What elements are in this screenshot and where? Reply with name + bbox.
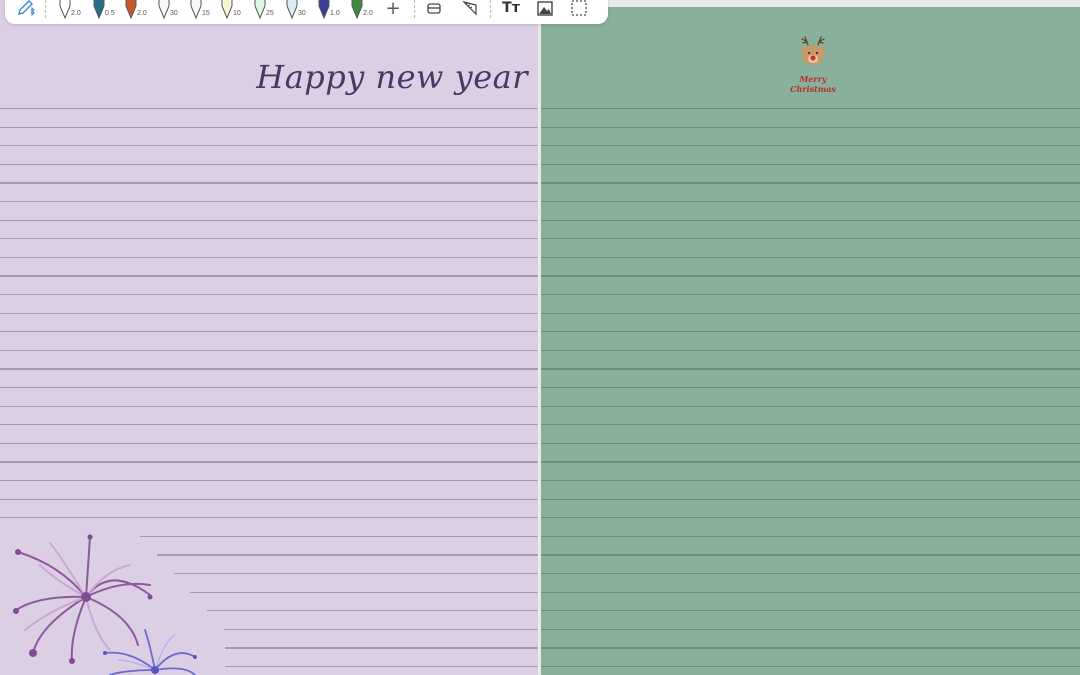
ruled-line	[0, 145, 538, 147]
ruled-line	[541, 219, 1080, 221]
ruled-line	[541, 312, 1080, 314]
ruled-line	[541, 163, 1080, 165]
ruled-line	[541, 275, 1080, 277]
ruled-line	[0, 275, 538, 277]
ruled-line	[0, 517, 538, 519]
ruled-line	[0, 480, 538, 482]
ruled-line	[0, 294, 538, 296]
pen-size-label: 2.0	[363, 10, 373, 17]
lasso-select-icon[interactable]	[568, 0, 590, 20]
ruled-line	[190, 591, 538, 593]
ruled-line	[541, 201, 1080, 203]
pen-size-label: 30	[170, 10, 178, 17]
ruled-line	[541, 480, 1080, 482]
ruled-line	[207, 610, 538, 612]
ruled-line	[0, 387, 538, 389]
ruled-line	[541, 368, 1080, 370]
ruled-line	[541, 424, 1080, 426]
ruled-line	[541, 145, 1080, 147]
pen-size-label: 0.5	[105, 10, 115, 17]
pen-2-button[interactable]: 0.5	[91, 0, 115, 20]
ruled-line	[0, 424, 538, 426]
toolbar-separator	[490, 0, 491, 18]
ruled-line	[0, 219, 538, 221]
sticker-text-christmas: Christmas	[790, 84, 836, 94]
ruled-line	[541, 387, 1080, 389]
pen-size-label: 25	[266, 10, 274, 17]
ruled-line	[541, 442, 1080, 444]
ruler-icon[interactable]	[459, 0, 481, 20]
pen-bluetooth-icon[interactable]	[15, 0, 37, 20]
pen-6-button[interactable]: 10	[219, 0, 241, 20]
ruled-line	[541, 108, 1080, 110]
ruled-line	[0, 349, 538, 351]
ruled-line	[0, 498, 538, 500]
ruled-line	[541, 294, 1080, 296]
ruled-line	[541, 535, 1080, 537]
ruled-line	[541, 610, 1080, 612]
add-pen-button[interactable]: +	[382, 0, 404, 20]
pen-size-label: 10	[233, 10, 241, 17]
ruled-line	[225, 666, 538, 668]
ruled-line	[0, 331, 538, 333]
pen-9-button[interactable]: 1.0	[316, 0, 340, 20]
ruled-line	[0, 405, 538, 407]
pen-4-button[interactable]: 30	[156, 0, 178, 20]
ruled-line	[541, 461, 1080, 463]
ruled-line	[0, 368, 538, 370]
text-tool-button[interactable]: Tт	[500, 0, 522, 20]
toolbar-separator	[414, 0, 415, 18]
pen-size-label: 2.0	[71, 10, 81, 17]
ruled-line	[0, 182, 538, 184]
ruled-line	[541, 256, 1080, 258]
reindeer-icon	[801, 36, 825, 65]
ruled-line	[541, 405, 1080, 407]
ruled-line	[541, 517, 1080, 519]
ruled-line	[541, 238, 1080, 240]
ruled-line	[0, 442, 538, 444]
ruled-line	[541, 349, 1080, 351]
ruled-line	[541, 647, 1080, 649]
ruled-line	[0, 256, 538, 258]
ruled-line	[0, 108, 538, 110]
pen-size-label: 15	[202, 10, 210, 17]
image-insert-icon[interactable]	[534, 0, 556, 20]
left-notebook-page[interactable]: Happy new year	[0, 0, 538, 675]
pen-7-button[interactable]: 25	[252, 0, 274, 20]
ruled-line	[541, 573, 1080, 575]
ruled-line	[541, 331, 1080, 333]
pen-1-button[interactable]: 2.0	[57, 0, 81, 20]
drawing-toolbar: 2.0 0.5 2.0 30 15 10 25 30 1.0 2.0 + Tт	[5, 0, 608, 24]
ruled-line	[225, 647, 538, 649]
eraser-icon[interactable]	[423, 0, 445, 20]
sticker-text-merry: Merry	[799, 74, 827, 84]
ruled-line	[541, 591, 1080, 593]
ruled-line	[541, 182, 1080, 184]
ruled-line	[541, 498, 1080, 500]
ruled-line	[541, 554, 1080, 556]
ruled-line	[0, 312, 538, 314]
page-heading: Happy new year	[256, 58, 528, 96]
ruled-line	[541, 628, 1080, 630]
ruled-line	[541, 666, 1080, 668]
ruled-line	[0, 163, 538, 165]
ruled-line	[0, 126, 538, 128]
pen-3-button[interactable]: 2.0	[123, 0, 147, 20]
pen-size-label: 30	[298, 10, 306, 17]
pen-size-label: 2.0	[137, 10, 147, 17]
ruled-line	[541, 126, 1080, 128]
fireworks-illustration	[13, 534, 197, 675]
pen-5-button[interactable]: 15	[188, 0, 210, 20]
ruled-line	[0, 238, 538, 240]
christmas-sticker[interactable]: Merry Christmas	[789, 35, 837, 94]
ruled-line	[0, 461, 538, 463]
ruled-line	[223, 628, 538, 630]
pen-10-button[interactable]: 2.0	[349, 0, 373, 20]
pen-8-button[interactable]: 30	[284, 0, 306, 20]
ruled-line	[0, 201, 538, 203]
pen-size-label: 1.0	[330, 10, 340, 17]
toolbar-separator	[45, 0, 46, 18]
right-notebook-page[interactable]: Merry Christmas	[541, 7, 1080, 675]
